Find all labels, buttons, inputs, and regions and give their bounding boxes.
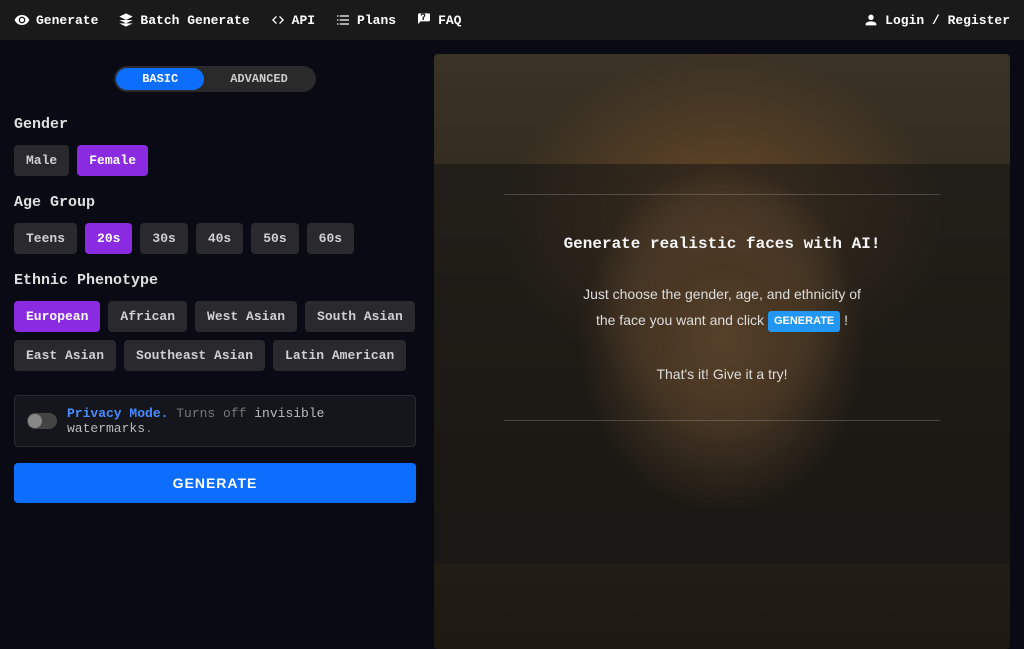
preview-desc2-text: the face you want and click (596, 312, 764, 328)
nav-batch[interactable]: Batch Generate (118, 12, 249, 28)
nav-left: Generate Batch Generate API Plans FAQ (14, 12, 461, 28)
age-option-50s[interactable]: 50s (251, 223, 298, 254)
preview-desc1: Just choose the gender, age, and ethnici… (583, 283, 861, 305)
nav-api-label: API (292, 13, 315, 28)
gender-option-female[interactable]: Female (77, 145, 148, 176)
privacy-label[interactable]: Privacy Mode. (67, 406, 168, 421)
preview-overlay: Generate realistic faces with AI! Just c… (434, 164, 1010, 564)
nav-plans[interactable]: Plans (335, 12, 396, 28)
age-option-40s[interactable]: 40s (196, 223, 243, 254)
nav-faq-label: FAQ (438, 13, 461, 28)
gender-option-male[interactable]: Male (14, 145, 69, 176)
nav-generate-label: Generate (36, 13, 98, 28)
gender-options: Male Female (14, 145, 416, 176)
nav-generate[interactable]: Generate (14, 12, 98, 28)
ethnic-option-south-asian[interactable]: South Asian (305, 301, 415, 332)
preview-panel: Generate realistic faces with AI! Just c… (430, 40, 1024, 644)
preview-cta: That's it! Give it a try! (656, 366, 787, 382)
ethnic-option-southeast-asian[interactable]: Southeast Asian (124, 340, 265, 371)
nav-login-label: Login / Register (885, 13, 1010, 28)
age-options: Teens 20s 30s 40s 50s 60s (14, 223, 416, 254)
age-title: Age Group (14, 194, 416, 211)
nav-right: Login / Register (863, 12, 1010, 28)
eye-icon (14, 12, 30, 28)
preview-desc3: ! (844, 312, 848, 328)
ethnic-option-east-asian[interactable]: East Asian (14, 340, 116, 371)
ethnic-option-latin-american[interactable]: Latin American (273, 340, 406, 371)
divider-bottom (504, 420, 940, 421)
ethnic-title: Ethnic Phenotype (14, 272, 416, 289)
gender-title: Gender (14, 116, 416, 133)
code-icon (270, 12, 286, 28)
age-option-teens[interactable]: Teens (14, 223, 77, 254)
privacy-text1: Turns off (168, 406, 254, 421)
preview-image: Generate realistic faces with AI! Just c… (434, 54, 1010, 649)
preview-title: Generate realistic faces with AI! (564, 235, 881, 253)
nav-login[interactable]: Login / Register (863, 12, 1010, 28)
nav-batch-label: Batch Generate (140, 13, 249, 28)
generate-chip: GENERATE (768, 311, 840, 333)
mode-tabs: BASIC ADVANCED (114, 66, 316, 92)
ethnic-option-west-asian[interactable]: West Asian (195, 301, 297, 332)
privacy-toggle[interactable] (27, 413, 57, 429)
user-icon (863, 12, 879, 28)
age-option-60s[interactable]: 60s (307, 223, 354, 254)
ethnic-options: European African West Asian South Asian East… (14, 301, 416, 371)
list-icon (335, 12, 351, 28)
layers-icon (118, 12, 134, 28)
main: BASIC ADVANCED Gender Male Female Age Gro… (0, 40, 1024, 644)
navbar: Generate Batch Generate API Plans FAQ Lo… (0, 0, 1024, 40)
tab-advanced[interactable]: ADVANCED (204, 68, 314, 90)
help-icon (416, 12, 432, 28)
privacy-text3: . (145, 421, 153, 436)
divider-top (504, 194, 940, 195)
preview-desc2: the face you want and click GENERATE ! (596, 309, 848, 332)
ethnic-option-african[interactable]: African (108, 301, 187, 332)
ethnic-option-european[interactable]: European (14, 301, 100, 332)
privacy-text: Privacy Mode. Turns off invisible waterm… (67, 406, 403, 436)
generate-button[interactable]: GENERATE (14, 463, 416, 503)
age-option-20s[interactable]: 20s (85, 223, 132, 254)
tab-basic[interactable]: BASIC (116, 68, 204, 90)
controls-panel: BASIC ADVANCED Gender Male Female Age Gro… (0, 40, 430, 644)
nav-api[interactable]: API (270, 12, 315, 28)
nav-faq[interactable]: FAQ (416, 12, 461, 28)
nav-plans-label: Plans (357, 13, 396, 28)
age-option-30s[interactable]: 30s (140, 223, 187, 254)
privacy-box: Privacy Mode. Turns off invisible waterm… (14, 395, 416, 447)
